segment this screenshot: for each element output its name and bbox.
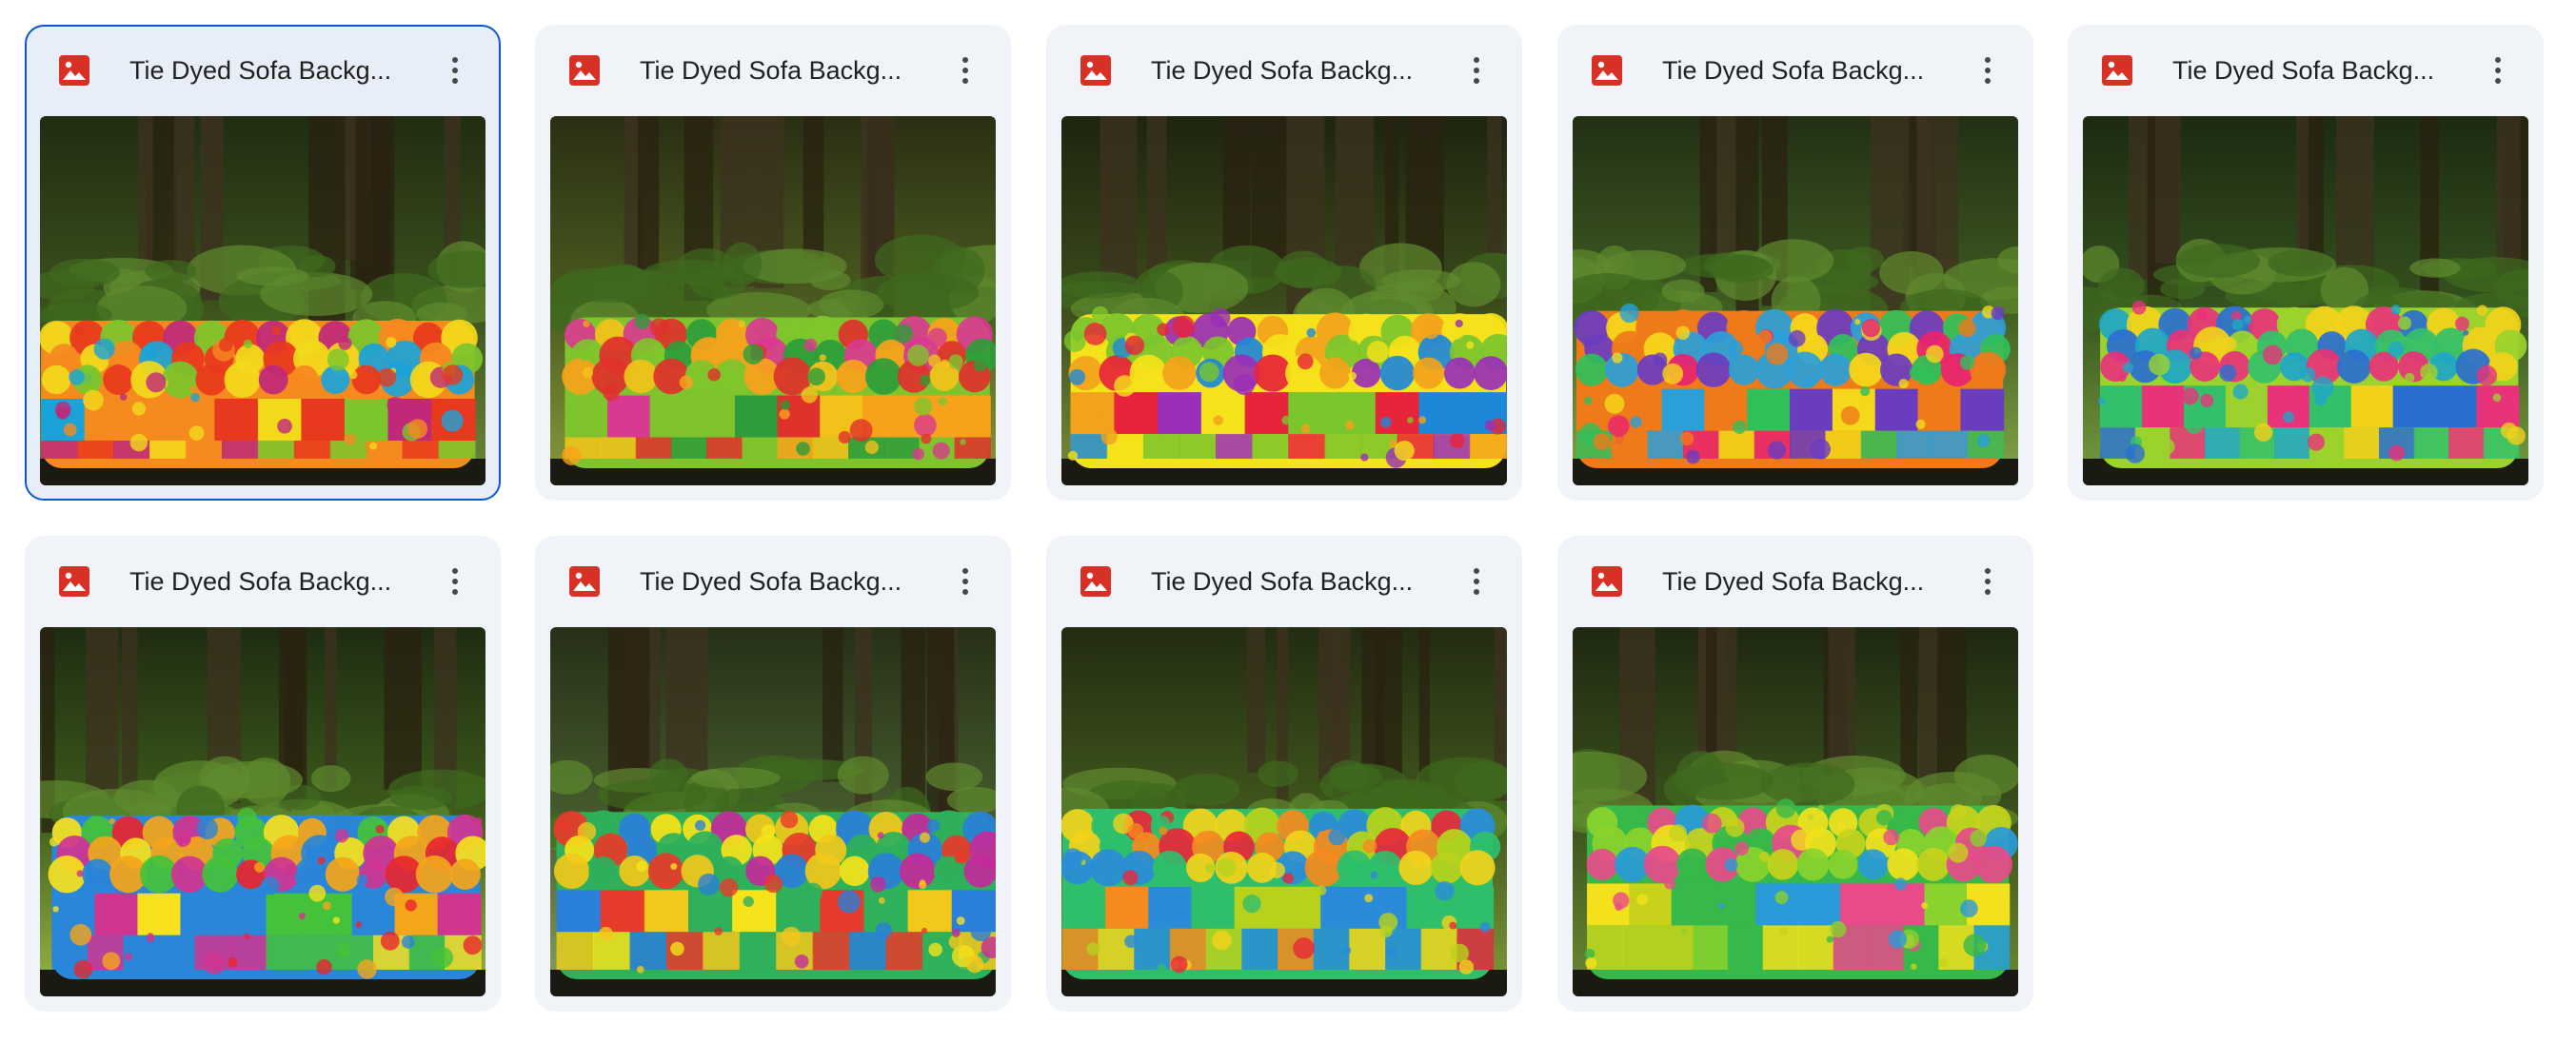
file-name: Tie Dyed Sofa Backg...: [1151, 567, 1414, 596]
file-grid: Tie Dyed Sofa Backg... Tie Dyed Sofa Back…: [0, 0, 2576, 1043]
image-thumbnail[interactable]: [550, 116, 996, 485]
image-thumbnail[interactable]: [40, 627, 485, 996]
file-card[interactable]: Tie Dyed Sofa Backg...: [1046, 536, 1522, 1012]
more-actions-button[interactable]: [1454, 559, 1499, 604]
file-card[interactable]: Tie Dyed Sofa Backg...: [2068, 25, 2544, 501]
image-thumbnail[interactable]: [1061, 627, 1507, 996]
file-card[interactable]: Tie Dyed Sofa Backg...: [1557, 536, 2033, 1012]
image-file-icon: [59, 55, 89, 86]
more-actions-button[interactable]: [1965, 48, 2011, 93]
file-card-header: Tie Dyed Sofa Backg...: [1046, 25, 1522, 116]
more-actions-button[interactable]: [942, 48, 988, 93]
image-thumbnail[interactable]: [1061, 116, 1507, 485]
image-file-icon: [1080, 566, 1111, 597]
image-file-icon: [1080, 55, 1111, 86]
image-file-icon: [2102, 55, 2132, 86]
file-name: Tie Dyed Sofa Backg...: [129, 567, 392, 596]
file-name: Tie Dyed Sofa Backg...: [2172, 56, 2435, 85]
file-name: Tie Dyed Sofa Backg...: [640, 567, 902, 596]
file-card-header: Tie Dyed Sofa Backg...: [535, 536, 1011, 627]
file-card-header: Tie Dyed Sofa Backg...: [1046, 536, 1522, 627]
image-file-icon: [569, 566, 600, 597]
file-name: Tie Dyed Sofa Backg...: [129, 56, 392, 85]
image-file-icon: [59, 566, 89, 597]
image-thumbnail[interactable]: [1573, 116, 2018, 485]
file-card-header: Tie Dyed Sofa Backg...: [1557, 25, 2033, 116]
image-thumbnail[interactable]: [2083, 116, 2528, 485]
image-thumbnail[interactable]: [550, 627, 996, 996]
file-card-header: Tie Dyed Sofa Backg...: [535, 25, 1011, 116]
more-actions-button[interactable]: [2475, 48, 2521, 93]
file-name: Tie Dyed Sofa Backg...: [1662, 567, 1925, 596]
file-card[interactable]: Tie Dyed Sofa Backg...: [535, 536, 1011, 1012]
image-file-icon: [1592, 55, 1622, 86]
file-card-header: Tie Dyed Sofa Backg...: [27, 27, 499, 118]
file-name: Tie Dyed Sofa Backg...: [640, 56, 902, 85]
file-name: Tie Dyed Sofa Backg...: [1151, 56, 1414, 85]
more-actions-button[interactable]: [942, 559, 988, 604]
file-card[interactable]: Tie Dyed Sofa Backg...: [1046, 25, 1522, 501]
file-card-header: Tie Dyed Sofa Backg...: [25, 536, 501, 627]
file-card[interactable]: Tie Dyed Sofa Backg...: [535, 25, 1011, 501]
file-card[interactable]: Tie Dyed Sofa Backg...: [25, 25, 501, 501]
file-card-header: Tie Dyed Sofa Backg...: [2068, 25, 2544, 116]
file-card[interactable]: Tie Dyed Sofa Backg...: [1557, 25, 2033, 501]
file-name: Tie Dyed Sofa Backg...: [1662, 56, 1925, 85]
image-thumbnail[interactable]: [40, 116, 485, 485]
image-file-icon: [569, 55, 600, 86]
file-card-header: Tie Dyed Sofa Backg...: [1557, 536, 2033, 627]
file-card[interactable]: Tie Dyed Sofa Backg...: [25, 536, 501, 1012]
image-thumbnail[interactable]: [1573, 627, 2018, 996]
more-actions-button[interactable]: [1965, 559, 2011, 604]
image-file-icon: [1592, 566, 1622, 597]
more-actions-button[interactable]: [1454, 48, 1499, 93]
more-actions-button[interactable]: [432, 559, 478, 604]
more-actions-button[interactable]: [432, 48, 478, 93]
